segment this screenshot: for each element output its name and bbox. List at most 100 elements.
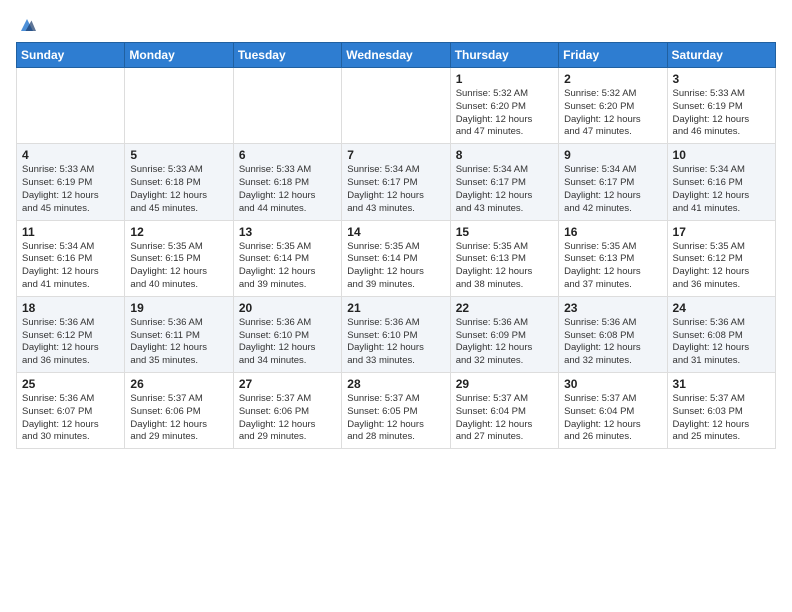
calendar-cell: 14 Sunrise: 5:35 AM Sunset: 6:14 PM Dayli…	[342, 220, 450, 296]
day-info: Sunrise: 5:35 AM Sunset: 6:14 PM Dayligh…	[239, 241, 336, 292]
day-number: 3	[673, 72, 770, 86]
calendar-cell: 23 Sunrise: 5:36 AM Sunset: 6:08 PM Dayli…	[559, 296, 667, 372]
calendar-cell: 20Sunrise: 5:36 AM Sunset: 6:10 PM Dayli…	[233, 296, 341, 372]
day-info: Sunrise: 5:33 AM Sunset: 6:19 PM Dayligh…	[673, 88, 770, 139]
calendar-cell: 18 Sunrise: 5:36 AM Sunset: 6:12 PM Dayli…	[17, 296, 125, 372]
day-number: 6	[239, 148, 336, 162]
calendar-week-row: 4 Sunrise: 5:33 AM Sunset: 6:19 PM Daylig…	[17, 144, 776, 220]
weekday-header: Saturday	[667, 43, 775, 68]
weekday-header: Friday	[559, 43, 667, 68]
calendar-cell: 9 Sunrise: 5:34 AM Sunset: 6:17 PM Daylig…	[559, 144, 667, 220]
day-number: 29	[456, 377, 553, 391]
calendar-cell: 29 Sunrise: 5:37 AM Sunset: 6:04 PM Dayli…	[450, 373, 558, 449]
day-number: 19	[130, 301, 227, 315]
day-info: Sunrise: 5:33 AM Sunset: 6:18 PM Dayligh…	[130, 164, 227, 215]
day-info: Sunrise: 5:37 AM Sunset: 6:05 PM Dayligh…	[347, 393, 444, 444]
day-number: 8	[456, 148, 553, 162]
day-number: 27	[239, 377, 336, 391]
day-info: Sunrise: 5:34 AM Sunset: 6:17 PM Dayligh…	[456, 164, 553, 215]
calendar-cell: 27 Sunrise: 5:37 AM Sunset: 6:06 PM Dayli…	[233, 373, 341, 449]
day-number: 11	[22, 225, 119, 239]
day-number: 4	[22, 148, 119, 162]
day-info: Sunrise: 5:37 AM Sunset: 6:06 PM Dayligh…	[239, 393, 336, 444]
calendar-cell: 2 Sunrise: 5:32 AM Sunset: 6:20 PM Daylig…	[559, 68, 667, 144]
day-info: Sunrise: 5:36 AM Sunset: 6:11 PM Dayligh…	[130, 317, 227, 368]
calendar-cell	[17, 68, 125, 144]
day-number: 1	[456, 72, 553, 86]
calendar-week-row: 1 Sunrise: 5:32 AM Sunset: 6:20 PM Daylig…	[17, 68, 776, 144]
day-number: 25	[22, 377, 119, 391]
calendar-cell: 31Sunrise: 5:37 AM Sunset: 6:03 PM Dayli…	[667, 373, 775, 449]
day-info: Sunrise: 5:36 AM Sunset: 6:12 PM Dayligh…	[22, 317, 119, 368]
day-number: 21	[347, 301, 444, 315]
calendar-cell: 15 Sunrise: 5:35 AM Sunset: 6:13 PM Dayli…	[450, 220, 558, 296]
calendar-cell: 4 Sunrise: 5:33 AM Sunset: 6:19 PM Daylig…	[17, 144, 125, 220]
day-info: Sunrise: 5:35 AM Sunset: 6:13 PM Dayligh…	[564, 241, 661, 292]
day-info: Sunrise: 5:34 AM Sunset: 6:16 PM Dayligh…	[22, 241, 119, 292]
calendar-cell: 30 Sunrise: 5:37 AM Sunset: 6:04 PM Dayli…	[559, 373, 667, 449]
weekday-header: Sunday	[17, 43, 125, 68]
day-info: Sunrise: 5:32 AM Sunset: 6:20 PM Dayligh…	[564, 88, 661, 139]
day-number: 17	[673, 225, 770, 239]
calendar-cell: 24Sunrise: 5:36 AM Sunset: 6:08 PM Dayli…	[667, 296, 775, 372]
day-number: 23	[564, 301, 661, 315]
calendar-cell: 17 Sunrise: 5:35 AM Sunset: 6:12 PM Dayli…	[667, 220, 775, 296]
calendar-cell: 26Sunrise: 5:37 AM Sunset: 6:06 PM Dayli…	[125, 373, 233, 449]
day-number: 20	[239, 301, 336, 315]
logo-icon	[18, 16, 36, 34]
calendar-cell: 1 Sunrise: 5:32 AM Sunset: 6:20 PM Daylig…	[450, 68, 558, 144]
day-info: Sunrise: 5:34 AM Sunset: 6:17 PM Dayligh…	[564, 164, 661, 215]
logo	[16, 16, 36, 30]
day-number: 15	[456, 225, 553, 239]
day-info: Sunrise: 5:33 AM Sunset: 6:18 PM Dayligh…	[239, 164, 336, 215]
calendar-cell	[342, 68, 450, 144]
calendar-table: SundayMondayTuesdayWednesdayThursdayFrid…	[16, 42, 776, 449]
day-info: Sunrise: 5:36 AM Sunset: 6:10 PM Dayligh…	[347, 317, 444, 368]
day-info: Sunrise: 5:37 AM Sunset: 6:06 PM Dayligh…	[130, 393, 227, 444]
day-number: 13	[239, 225, 336, 239]
day-number: 16	[564, 225, 661, 239]
calendar-week-row: 18 Sunrise: 5:36 AM Sunset: 6:12 PM Dayli…	[17, 296, 776, 372]
day-info: Sunrise: 5:35 AM Sunset: 6:12 PM Dayligh…	[673, 241, 770, 292]
calendar-cell: 22Sunrise: 5:36 AM Sunset: 6:09 PM Dayli…	[450, 296, 558, 372]
calendar-cell: 28Sunrise: 5:37 AM Sunset: 6:05 PM Dayli…	[342, 373, 450, 449]
calendar-cell: 12 Sunrise: 5:35 AM Sunset: 6:15 PM Dayli…	[125, 220, 233, 296]
weekday-header: Thursday	[450, 43, 558, 68]
day-info: Sunrise: 5:37 AM Sunset: 6:04 PM Dayligh…	[564, 393, 661, 444]
day-info: Sunrise: 5:33 AM Sunset: 6:19 PM Dayligh…	[22, 164, 119, 215]
day-info: Sunrise: 5:36 AM Sunset: 6:08 PM Dayligh…	[673, 317, 770, 368]
calendar-cell: 8 Sunrise: 5:34 AM Sunset: 6:17 PM Daylig…	[450, 144, 558, 220]
calendar-cell	[233, 68, 341, 144]
day-number: 9	[564, 148, 661, 162]
calendar-cell: 13 Sunrise: 5:35 AM Sunset: 6:14 PM Dayli…	[233, 220, 341, 296]
weekday-header: Tuesday	[233, 43, 341, 68]
day-number: 18	[22, 301, 119, 315]
page-header	[16, 16, 776, 30]
day-number: 10	[673, 148, 770, 162]
day-number: 5	[130, 148, 227, 162]
calendar-cell: 25 Sunrise: 5:36 AM Sunset: 6:07 PM Dayli…	[17, 373, 125, 449]
day-number: 12	[130, 225, 227, 239]
day-number: 7	[347, 148, 444, 162]
day-number: 14	[347, 225, 444, 239]
day-number: 2	[564, 72, 661, 86]
calendar-header-row: SundayMondayTuesdayWednesdayThursdayFrid…	[17, 43, 776, 68]
calendar-cell: 3 Sunrise: 5:33 AM Sunset: 6:19 PM Daylig…	[667, 68, 775, 144]
day-info: Sunrise: 5:36 AM Sunset: 6:07 PM Dayligh…	[22, 393, 119, 444]
calendar-cell	[125, 68, 233, 144]
calendar-cell: 5 Sunrise: 5:33 AM Sunset: 6:18 PM Daylig…	[125, 144, 233, 220]
day-info: Sunrise: 5:37 AM Sunset: 6:04 PM Dayligh…	[456, 393, 553, 444]
day-info: Sunrise: 5:35 AM Sunset: 6:15 PM Dayligh…	[130, 241, 227, 292]
day-number: 30	[564, 377, 661, 391]
day-info: Sunrise: 5:35 AM Sunset: 6:13 PM Dayligh…	[456, 241, 553, 292]
day-info: Sunrise: 5:36 AM Sunset: 6:08 PM Dayligh…	[564, 317, 661, 368]
calendar-cell: 7 Sunrise: 5:34 AM Sunset: 6:17 PM Daylig…	[342, 144, 450, 220]
day-info: Sunrise: 5:34 AM Sunset: 6:16 PM Dayligh…	[673, 164, 770, 215]
weekday-header: Wednesday	[342, 43, 450, 68]
day-number: 31	[673, 377, 770, 391]
calendar-cell: 6 Sunrise: 5:33 AM Sunset: 6:18 PM Daylig…	[233, 144, 341, 220]
day-info: Sunrise: 5:34 AM Sunset: 6:17 PM Dayligh…	[347, 164, 444, 215]
day-info: Sunrise: 5:32 AM Sunset: 6:20 PM Dayligh…	[456, 88, 553, 139]
day-info: Sunrise: 5:36 AM Sunset: 6:09 PM Dayligh…	[456, 317, 553, 368]
day-info: Sunrise: 5:35 AM Sunset: 6:14 PM Dayligh…	[347, 241, 444, 292]
